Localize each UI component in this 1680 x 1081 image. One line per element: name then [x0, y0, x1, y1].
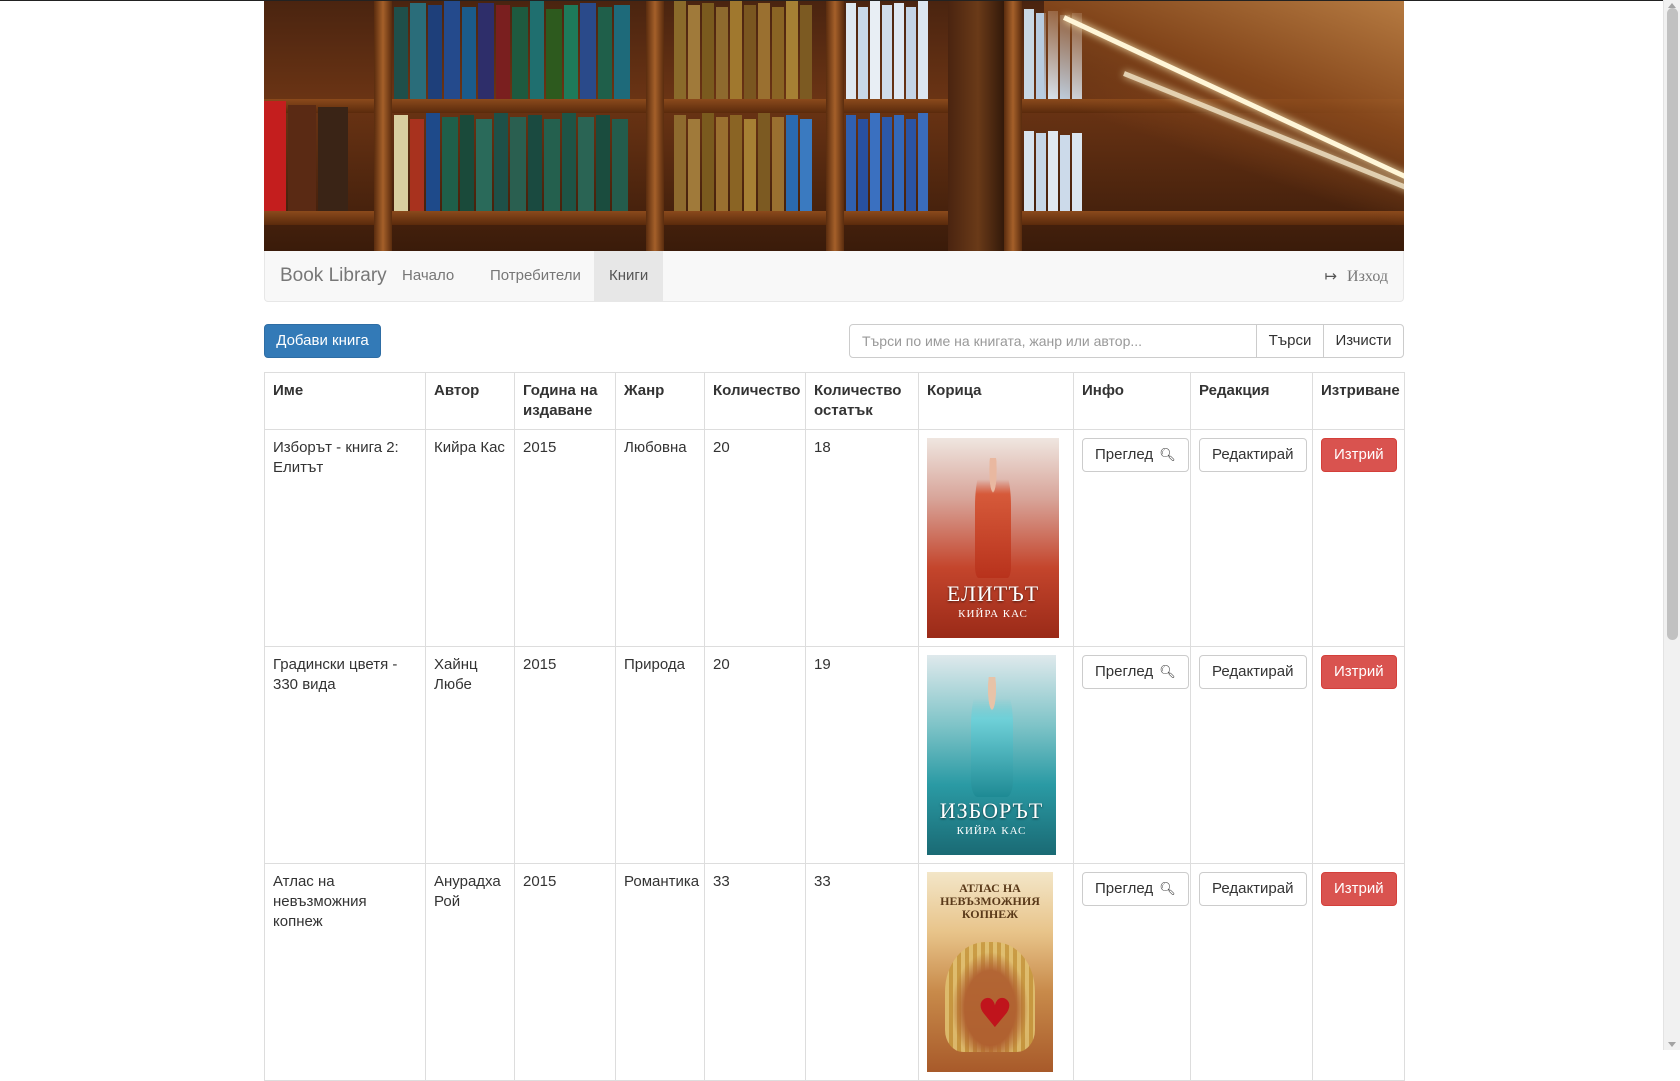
- library-banner-image: [264, 1, 1404, 251]
- nav-link-users[interactable]: Потребители: [475, 251, 596, 301]
- scroll-down-arrow-icon[interactable]: [1668, 1042, 1676, 1047]
- edit-button[interactable]: Редактирай: [1199, 655, 1307, 689]
- page-scrollbar[interactable]: [1663, 0, 1680, 1050]
- column-header-name: Име: [264, 372, 426, 430]
- cover-author: КИЙРА КАС: [958, 608, 1028, 620]
- table-row: Изборът - книга 2: Елитът Кийра Кас 2015…: [264, 429, 1405, 647]
- edit-cell: Редактирай: [1190, 429, 1313, 647]
- book-quantity: 20: [704, 646, 806, 864]
- nav-link-books[interactable]: Книги: [594, 251, 664, 301]
- book-name: Градински цветя - 330 вида: [264, 646, 426, 864]
- book-year: 2015: [514, 646, 616, 864]
- delete-cell: Изтрий: [1312, 863, 1405, 1081]
- book-remaining: 18: [805, 429, 919, 647]
- main-navbar: Book Library Начало Потребители Книги ↦ И…: [264, 251, 1404, 302]
- scrollbar-thumb[interactable]: [1667, 8, 1678, 640]
- view-button[interactable]: Преглед 🔍︎: [1082, 655, 1189, 689]
- column-header-author: Автор: [425, 372, 515, 430]
- search-group: Търси Изчисти: [849, 324, 1404, 358]
- column-header-edit: Редакция: [1190, 372, 1313, 430]
- book-cover-cell: ИЗБОРЪТ КИЙРА КАС: [918, 646, 1074, 864]
- log-out-icon: ↦: [1324, 267, 1338, 285]
- clear-search-button[interactable]: Изчисти: [1323, 324, 1404, 358]
- column-header-genre: Жанр: [615, 372, 705, 430]
- column-header-remaining: Количество остатък: [805, 372, 919, 430]
- table-row: Атлас на невъзможния копнеж Анурадха Рой…: [264, 863, 1405, 1081]
- table-row: Градински цветя - 330 вида Хайнц Любе 20…: [264, 646, 1405, 864]
- delete-button[interactable]: Изтрий: [1321, 438, 1397, 472]
- cover-author: КИЙРА КАС: [956, 825, 1027, 837]
- book-genre: Любовна: [615, 429, 705, 647]
- cover-title: ИЗБОРЪТ: [939, 798, 1044, 823]
- edit-button[interactable]: Редактирай: [1199, 438, 1307, 472]
- table-header-row: Име Автор Година на издаване Жанр Количе…: [264, 372, 1405, 430]
- edit-button[interactable]: Редактирай: [1199, 872, 1307, 906]
- column-header-info: Инфо: [1073, 372, 1191, 430]
- book-author: Кийра Кас: [425, 429, 515, 647]
- delete-button[interactable]: Изтрий: [1321, 655, 1397, 689]
- book-cover-image: ИЗБОРЪТ КИЙРА КАС: [927, 655, 1056, 855]
- book-author: Хайнц Любе: [425, 646, 515, 864]
- book-cover-cell: АТЛАС НА НЕВЪЗМОЖНИЯ КОПНЕЖ ♥: [918, 863, 1074, 1081]
- delete-cell: Изтрий: [1312, 429, 1405, 647]
- column-header-cover: Корица: [918, 372, 1074, 430]
- cover-title: АТЛАС НА НЕВЪЗМОЖНИЯ КОПНЕЖ: [940, 881, 1040, 921]
- zoom-in-icon: 🔍︎: [1159, 665, 1176, 680]
- info-cell: Преглед 🔍︎: [1073, 646, 1191, 864]
- search-button[interactable]: Търси: [1256, 324, 1324, 358]
- info-cell: Преглед 🔍︎: [1073, 863, 1191, 1081]
- book-cover-image: ЕЛИТЪТ КИЙРА КАС: [927, 438, 1059, 638]
- book-name: Изборът - книга 2: Елитът: [264, 429, 426, 647]
- book-year: 2015: [514, 429, 616, 647]
- book-name: Атлас на невъзможния копнеж: [264, 863, 426, 1081]
- edit-cell: Редактирай: [1190, 646, 1313, 864]
- info-cell: Преглед 🔍︎: [1073, 429, 1191, 647]
- add-book-button[interactable]: Добави книга: [264, 324, 381, 358]
- view-button[interactable]: Преглед 🔍︎: [1082, 872, 1189, 906]
- logout-link[interactable]: ↦ Изход: [1324, 251, 1388, 301]
- column-header-year: Година на издаване: [514, 372, 616, 430]
- zoom-in-icon: 🔍︎: [1159, 448, 1176, 463]
- book-remaining: 33: [805, 863, 919, 1081]
- book-cover-image: АТЛАС НА НЕВЪЗМОЖНИЯ КОПНЕЖ ♥: [927, 872, 1053, 1072]
- column-header-delete: Изтриване: [1312, 372, 1405, 430]
- delete-cell: Изтрий: [1312, 646, 1405, 864]
- column-header-quantity: Количество: [704, 372, 806, 430]
- zoom-in-icon: 🔍︎: [1159, 882, 1176, 897]
- view-label: Преглед: [1095, 446, 1154, 463]
- book-genre: Природа: [615, 646, 705, 864]
- delete-button[interactable]: Изтрий: [1321, 872, 1397, 906]
- page-container: Book Library Начало Потребители Книги ↦ И…: [264, 1, 1405, 1081]
- view-label: Преглед: [1095, 880, 1154, 897]
- view-button[interactable]: Преглед 🔍︎: [1082, 438, 1189, 472]
- nav-link-home[interactable]: Начало: [387, 251, 469, 301]
- heart-icon: ♥: [977, 991, 1013, 1037]
- book-remaining: 19: [805, 646, 919, 864]
- book-cover-cell: ЕЛИТЪТ КИЙРА КАС: [918, 429, 1074, 647]
- book-genre: Романтика: [615, 863, 705, 1081]
- books-table: Име Автор Година на издаване Жанр Количе…: [264, 372, 1405, 1081]
- edit-cell: Редактирай: [1190, 863, 1313, 1081]
- logout-label: Изход: [1347, 268, 1388, 285]
- book-quantity: 20: [704, 429, 806, 647]
- view-label: Преглед: [1095, 663, 1154, 680]
- cover-title: ЕЛИТЪТ: [946, 581, 1040, 606]
- book-author: Анурадха Рой: [425, 863, 515, 1081]
- search-input[interactable]: [849, 324, 1257, 358]
- book-quantity: 33: [704, 863, 806, 1081]
- book-year: 2015: [514, 863, 616, 1081]
- navbar-brand[interactable]: Book Library: [280, 265, 387, 287]
